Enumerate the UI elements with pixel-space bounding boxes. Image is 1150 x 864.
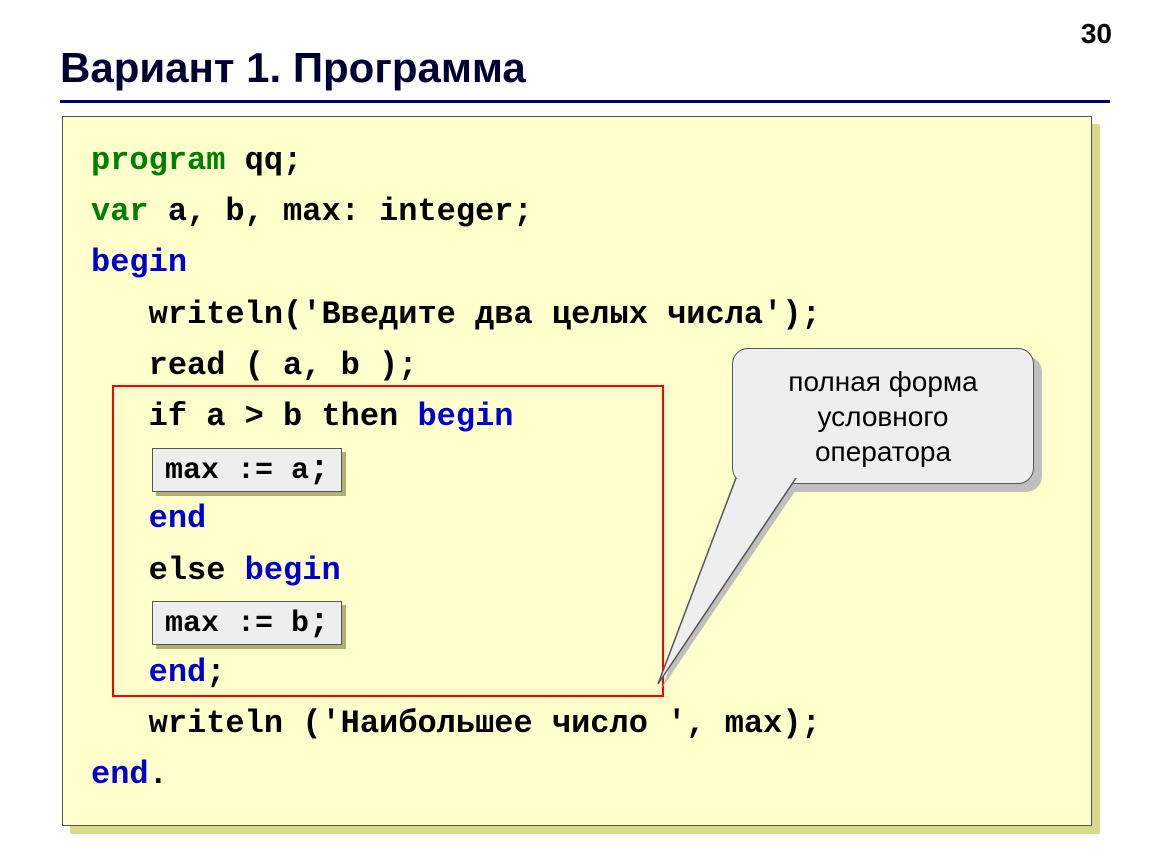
chip-text: max := b: [165, 607, 309, 641]
page-number: 30: [1081, 18, 1112, 50]
code-chip-max-a: max := a;: [152, 448, 342, 492]
code-text: a, b, max: integer;: [149, 193, 533, 230]
kw-var: var: [91, 193, 149, 230]
code-text: .: [149, 756, 168, 793]
chip-text: max := a: [165, 454, 309, 488]
code-chip-max-b: max := b;: [152, 601, 342, 645]
code-text: writeln ('Наибольшее число ', max);: [91, 705, 821, 742]
chip-semicolon: ;: [309, 451, 329, 489]
slide-title: Вариант 1. Программа: [60, 44, 526, 92]
chip-semicolon: ;: [309, 604, 329, 642]
code-text: writeln('Введите два целых числа');: [91, 296, 821, 333]
code-text: qq;: [225, 142, 302, 179]
title-divider: [60, 100, 1110, 103]
kw-end: end: [91, 756, 149, 793]
kw-begin: begin: [91, 244, 187, 281]
kw-program: program: [91, 142, 225, 179]
callout-tail-icon: [640, 478, 820, 698]
highlight-frame: [112, 385, 664, 697]
code-text: read ( a, b );: [91, 347, 417, 384]
callout-box: полная форма условного оператора: [732, 348, 1034, 484]
